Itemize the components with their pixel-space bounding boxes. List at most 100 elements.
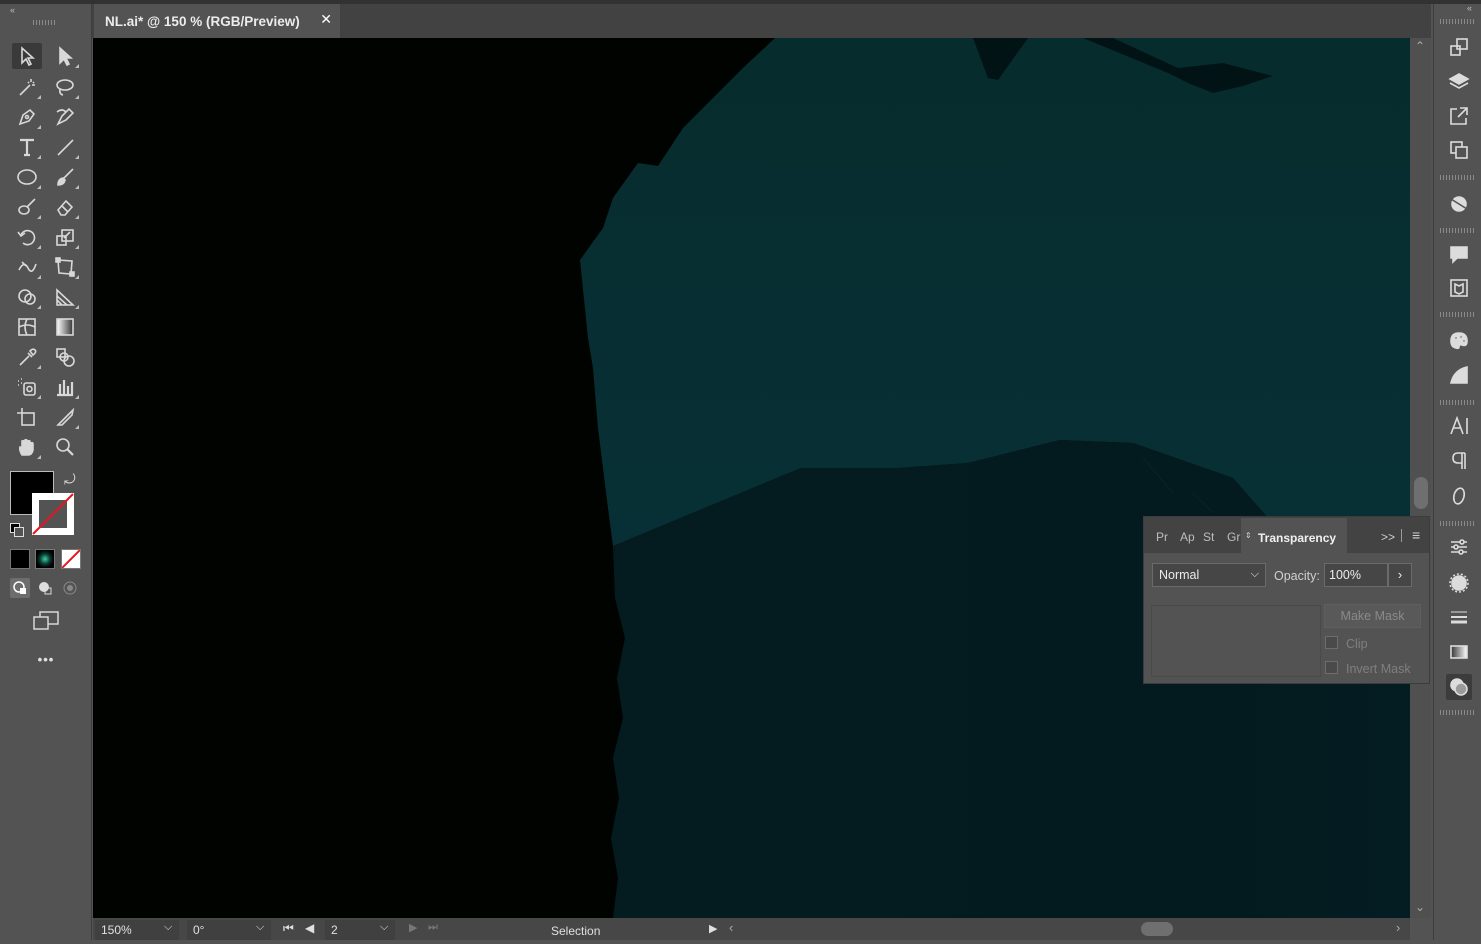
horizontal-scroll-thumb[interactable] [1141, 922, 1173, 936]
appearance-icon[interactable] [1446, 570, 1472, 596]
transparency-icon[interactable] [1446, 674, 1472, 700]
scroll-right-icon[interactable]: › [1396, 920, 1400, 935]
color-mode-button[interactable] [10, 549, 30, 569]
layers-icon[interactable] [1446, 69, 1472, 95]
curvature-tool[interactable] [50, 104, 80, 130]
expand-panel-icon[interactable]: >> [1381, 530, 1395, 544]
artboard-number: 2 [331, 923, 338, 937]
eraser-tool[interactable] [50, 194, 80, 220]
document-tab[interactable]: NL.ai* @ 150 % (RGB/Preview) ✕ [94, 4, 340, 38]
artboard-dropdown-icon[interactable]: ⌵ [380, 921, 388, 934]
column-graph-tool[interactable] [50, 374, 80, 400]
arrange-icon[interactable] [1446, 137, 1472, 163]
paragraph-icon[interactable] [1446, 448, 1472, 474]
artboard-canvas[interactable] [93, 38, 1410, 918]
panel-tab-bar: Pr Ap St Gr ⇕ Transparency >> ≡ [1144, 517, 1429, 553]
gradient-tool[interactable] [50, 314, 80, 340]
tab-pathfinder[interactable]: Pr [1156, 517, 1168, 553]
make-mask-button[interactable]: Make Mask [1324, 604, 1421, 628]
tab-stroke[interactable]: St [1203, 517, 1214, 553]
direct-selection-tool[interactable] [50, 43, 80, 69]
artboards-icon[interactable] [1446, 34, 1472, 60]
edit-toolbar-icon[interactable]: ••• [31, 652, 61, 667]
slice-tool[interactable] [50, 404, 80, 430]
scroll-down-icon[interactable]: ⌄ [1415, 901, 1425, 913]
prev-artboard-icon[interactable]: ◀ [305, 921, 314, 935]
scroll-left-icon[interactable]: ‹ [729, 920, 733, 935]
next-artboard-icon[interactable]: ▶ [409, 921, 417, 934]
artboard-tool[interactable] [12, 404, 42, 430]
stroke-swatch[interactable] [32, 493, 74, 535]
perspective-grid-tool[interactable] [50, 284, 80, 310]
export-icon[interactable] [1446, 103, 1472, 129]
hand-tool[interactable] [12, 434, 42, 460]
selection-tool[interactable] [12, 43, 42, 69]
eyedropper-tool[interactable] [12, 344, 42, 370]
blend-tool[interactable] [50, 344, 80, 370]
draw-behind-button[interactable] [35, 578, 55, 598]
scroll-up-icon[interactable]: ⌃ [1415, 40, 1425, 52]
tab-gradient[interactable]: Gr [1227, 517, 1240, 553]
close-tab-icon[interactable]: ✕ [320, 11, 332, 28]
status-menu-icon[interactable]: ▶ [709, 922, 717, 935]
toolbar-grip[interactable] [33, 20, 57, 25]
width-tool[interactable] [12, 254, 42, 280]
clip-checkbox[interactable] [1325, 636, 1338, 649]
tab-appearance[interactable]: Ap [1180, 517, 1195, 553]
comments-icon[interactable] [1446, 241, 1472, 267]
symbol-sprayer-tool[interactable] [12, 374, 42, 400]
first-artboard-icon[interactable]: ⏮ [283, 921, 294, 936]
expand-dock-icon[interactable]: « [1467, 4, 1472, 13]
scale-tool[interactable] [50, 224, 80, 250]
free-transform-tool[interactable] [50, 254, 80, 280]
panel-menu-icon[interactable]: ≡ [1412, 527, 1420, 543]
opacity-value: 100% [1329, 568, 1361, 582]
default-fill-stroke-icon[interactable] [10, 523, 24, 537]
properties-icon[interactable] [1446, 534, 1472, 560]
zoom-dropdown-icon[interactable]: ⌵ [164, 921, 172, 934]
opacity-slider-button[interactable]: › [1388, 563, 1412, 587]
stroke-icon[interactable] [1446, 604, 1472, 630]
document-tab-bar: NL.ai* @ 150 % (RGB/Preview) ✕ [92, 4, 1431, 38]
type-tool[interactable] [12, 134, 42, 160]
line-segment-tool[interactable] [50, 134, 80, 160]
panel-divider [1401, 529, 1402, 542]
ellipse-tool[interactable] [12, 164, 42, 190]
invert-mask-checkbox[interactable] [1325, 661, 1338, 674]
libraries-icon[interactable] [1446, 191, 1472, 217]
screen-mode-icon[interactable] [31, 609, 61, 633]
document-info-icon[interactable] [1446, 275, 1472, 301]
none-mode-button[interactable] [61, 549, 81, 569]
swap-fill-stroke-icon[interactable]: ⤾ [64, 471, 76, 488]
vertical-scrollbar[interactable]: ⌃ ⌄ [1410, 38, 1431, 918]
draw-inside-button[interactable] [60, 578, 80, 598]
character-icon[interactable] [1446, 413, 1472, 439]
lasso-tool[interactable] [50, 74, 80, 100]
vertical-scroll-thumb[interactable] [1414, 477, 1428, 509]
opentype-icon[interactable] [1446, 483, 1472, 509]
last-artboard-icon[interactable]: ⏭ [428, 921, 438, 934]
shape-builder-tool[interactable] [12, 284, 42, 310]
blend-mode-select[interactable]: Normal ⌵ [1152, 563, 1266, 587]
color-themes-icon[interactable] [1446, 327, 1472, 353]
blob-brush-tool[interactable] [12, 194, 42, 220]
collapse-toolbar-icon[interactable]: « [10, 6, 15, 15]
zoom-tool[interactable] [50, 434, 80, 460]
rotation-dropdown-icon[interactable]: ⌵ [256, 921, 264, 934]
zoom-value: 150% [101, 923, 132, 937]
mesh-tool[interactable] [12, 314, 42, 340]
draw-normal-button[interactable] [10, 578, 30, 598]
rotate-tool[interactable] [12, 224, 42, 250]
pen-tool[interactable] [12, 104, 42, 130]
tab-transparency-label: Transparency [1258, 531, 1337, 545]
tab-transparency[interactable]: ⇕ Transparency [1241, 518, 1347, 553]
chevron-down-icon: ⌵ [1250, 568, 1259, 580]
opacity-input[interactable]: 100% [1324, 563, 1388, 587]
magic-wand-tool[interactable] [12, 74, 42, 100]
gradient-mode-button[interactable] [35, 549, 55, 569]
object-thumbnail [1151, 605, 1321, 677]
color-guide-icon[interactable] [1446, 362, 1472, 388]
paintbrush-tool[interactable] [50, 164, 80, 190]
transparency-panel: Pr Ap St Gr ⇕ Transparency >> ≡ Normal ⌵… [1143, 516, 1430, 684]
gradient-icon[interactable] [1446, 639, 1472, 665]
